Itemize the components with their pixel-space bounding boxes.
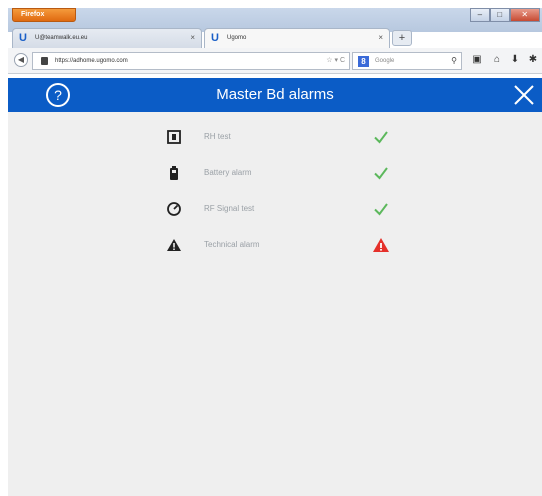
lock-icon xyxy=(41,57,48,65)
checkmark-icon xyxy=(374,203,388,216)
checkmark-icon xyxy=(374,167,388,180)
page-title: Master Bd alarms xyxy=(216,86,334,103)
site-favicon-icon: U xyxy=(19,32,27,44)
alarm-list: RH test Battery alarm RF Signal test Tec… xyxy=(8,112,542,496)
warning-icon xyxy=(167,239,181,251)
window-controls: – □ ✕ xyxy=(470,8,540,24)
site-favicon-icon: U xyxy=(211,32,219,44)
close-icon[interactable] xyxy=(510,81,538,109)
alarm-label: RF Signal test xyxy=(204,204,255,213)
url-controls[interactable]: ☆ ▾ C xyxy=(326,53,345,69)
alarm-label: Battery alarm xyxy=(204,168,252,177)
bookmarks-icon[interactable]: ▣ xyxy=(470,53,484,67)
alarm-row-rf-signal: RF Signal test xyxy=(8,194,542,224)
back-button[interactable]: ◀ xyxy=(14,53,28,67)
download-icon[interactable]: ⬇ xyxy=(508,53,522,67)
search-icon[interactable]: ⚲ xyxy=(451,53,457,69)
search-input[interactable]: 8 Google ⚲ xyxy=(352,52,462,70)
alarm-row-rh-test: RH test xyxy=(8,122,542,152)
tab-close-icon[interactable]: × xyxy=(378,29,383,47)
minimize-button[interactable]: – xyxy=(470,8,490,22)
close-window-button[interactable]: ✕ xyxy=(509,8,540,22)
alarm-row-technical: Technical alarm xyxy=(8,230,542,260)
url-bar[interactable]: https://adhome.ugomo.com ☆ ▾ C xyxy=(32,52,350,70)
maximize-button[interactable]: □ xyxy=(489,8,510,22)
home-icon[interactable]: ⌂ xyxy=(490,53,504,67)
tab-close-icon[interactable]: × xyxy=(190,29,195,47)
checkmark-icon xyxy=(374,131,388,144)
tab-label: U@teamwalk.eu.eu xyxy=(35,35,88,41)
app-header: ? Master Bd alarms xyxy=(8,78,542,112)
signal-gauge-icon xyxy=(167,202,181,216)
search-placeholder: Google xyxy=(375,58,395,64)
firefox-menu-button[interactable]: Firefox xyxy=(12,8,76,22)
browser-tab-1[interactable]: U U@teamwalk.eu.eu × xyxy=(12,28,202,48)
rf-unit-icon xyxy=(167,130,181,144)
extension-icon[interactable]: ✱ xyxy=(526,53,540,67)
alarm-warning-icon xyxy=(373,238,389,252)
alarm-label: Technical alarm xyxy=(204,240,260,249)
browser-tab-2[interactable]: U Ugomo × xyxy=(204,28,390,48)
new-tab-button[interactable]: + xyxy=(392,30,412,46)
alarm-label: RH test xyxy=(204,132,231,141)
tab-label: Ugomo xyxy=(227,35,247,41)
url-text: https://adhome.ugomo.com xyxy=(55,58,128,64)
search-engine-icon[interactable]: 8 xyxy=(358,56,369,67)
battery-icon xyxy=(170,166,178,180)
alarm-row-battery: Battery alarm xyxy=(8,158,542,188)
